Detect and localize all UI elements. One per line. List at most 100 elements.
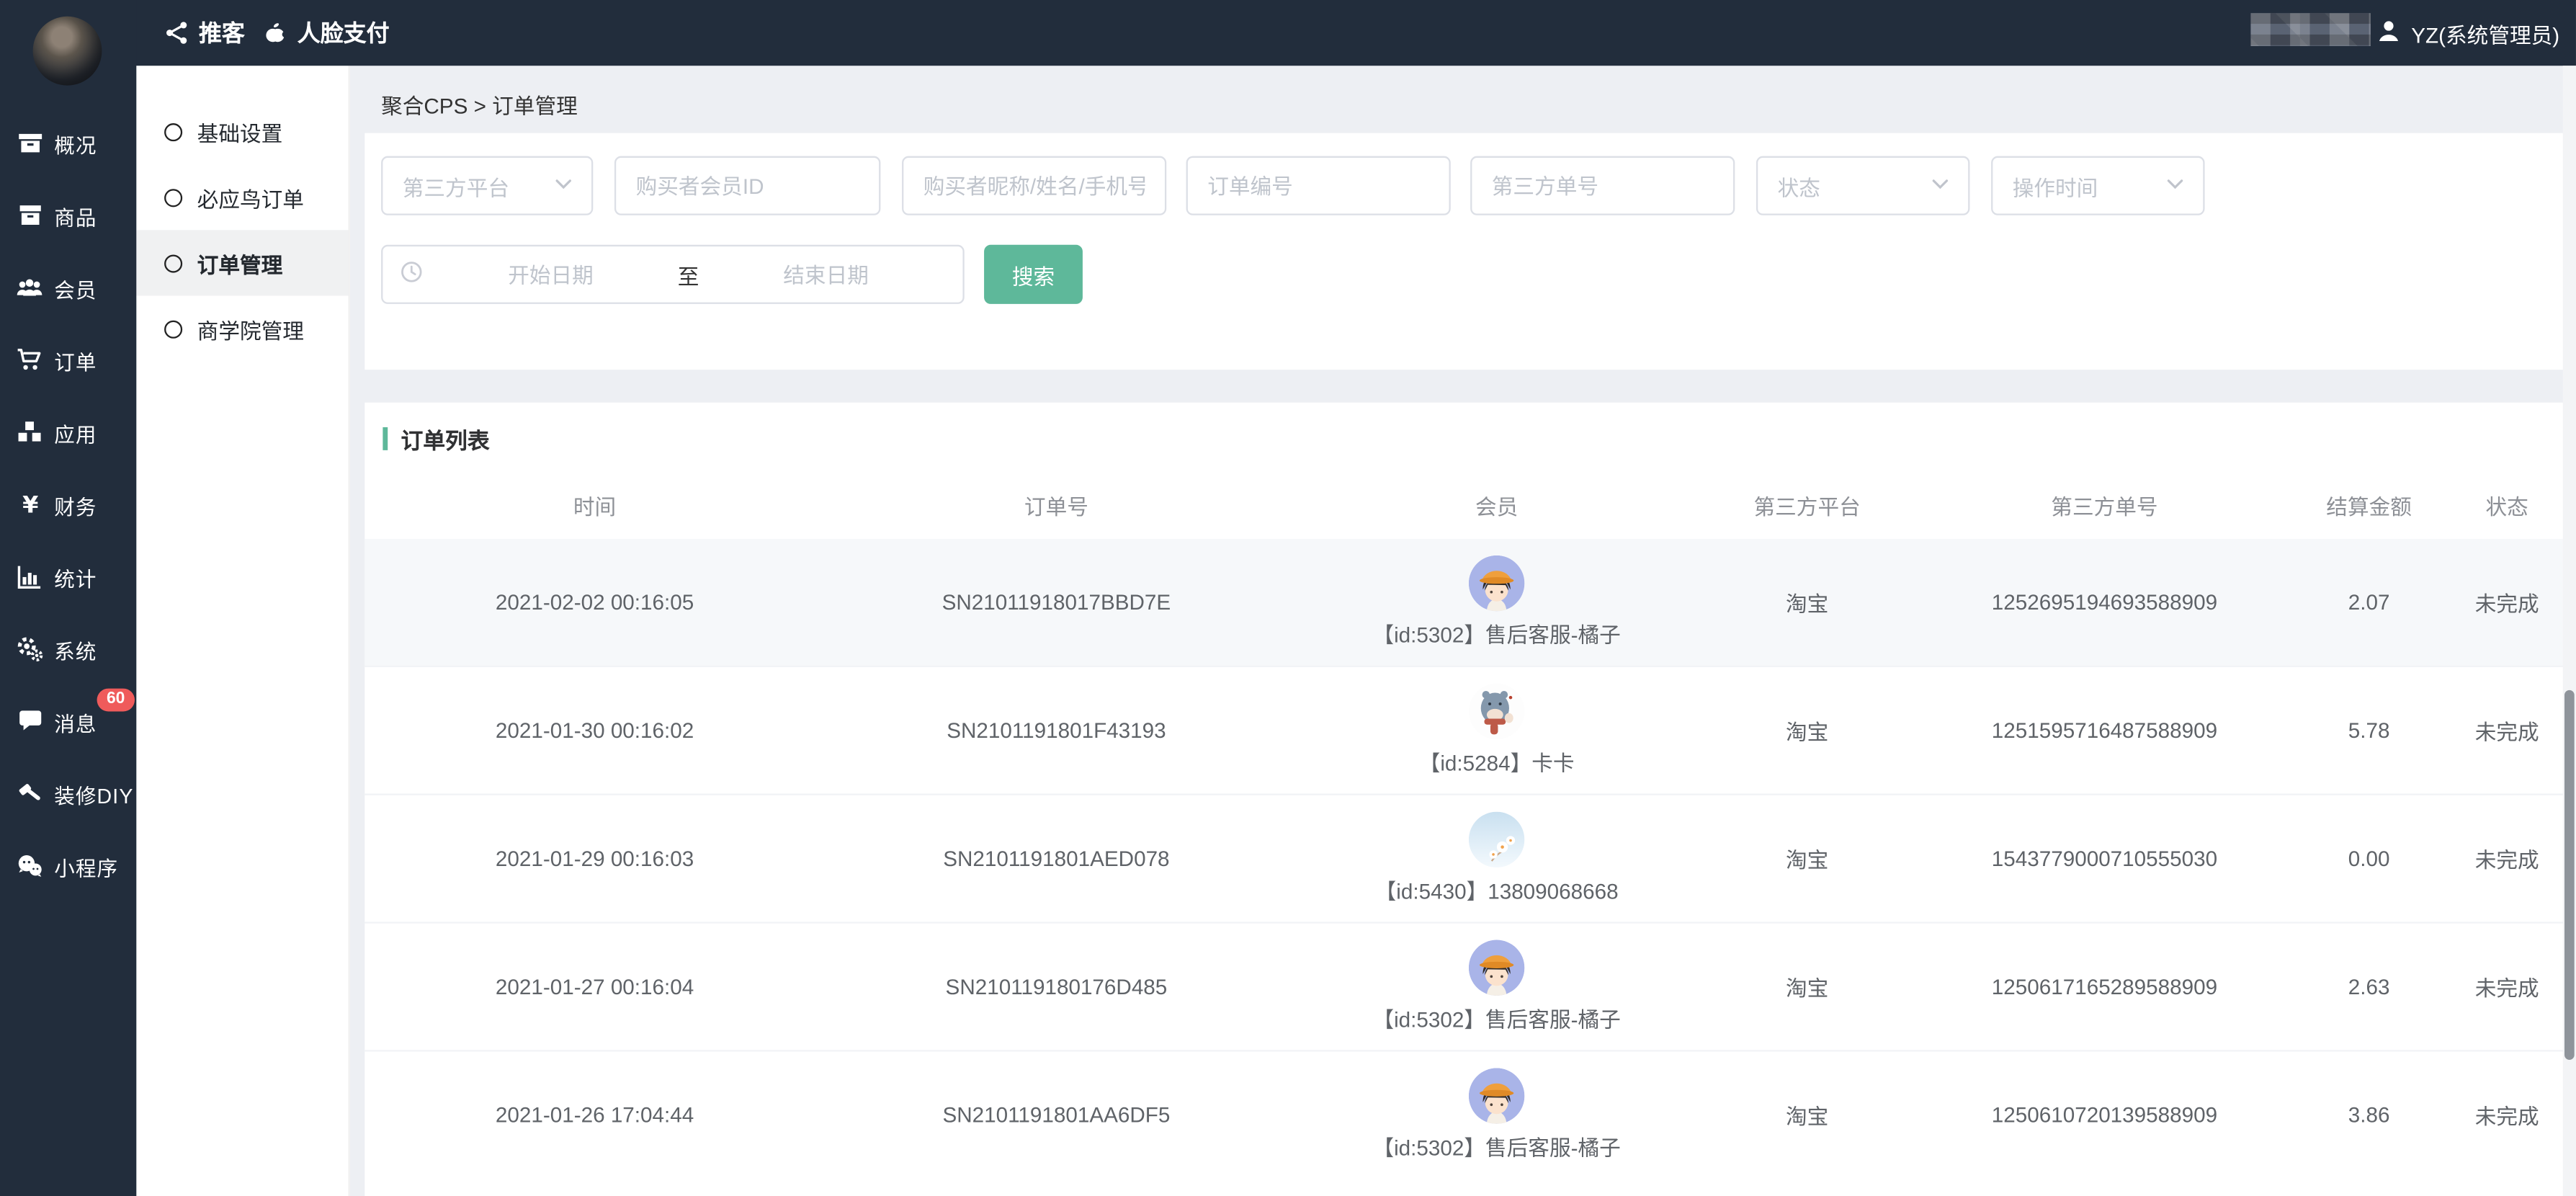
- search-button[interactable]: 搜索: [984, 245, 1083, 304]
- sidebar-item-4[interactable]: 订单: [0, 323, 136, 396]
- breadcrumb: 聚合CPS > 订单管理: [381, 89, 578, 120]
- member-name: 【id:5430】13809068668: [1375, 874, 1619, 905]
- maruko-avatar: [1469, 1068, 1525, 1124]
- orders-cart-icon: [13, 346, 46, 374]
- sidebar-item-label: 订单: [54, 344, 97, 375]
- topnav-face-pay-label: 人脸支付: [298, 17, 390, 50]
- column-header-4: 第三方平台: [1705, 488, 1909, 519]
- sidebar-item-label: 应用: [54, 416, 97, 447]
- chevron-down-icon: [552, 171, 575, 200]
- submenu-item-2[interactable]: 必应鸟订单: [136, 164, 348, 230]
- overview-archive-icon: [13, 129, 46, 157]
- message-comment-icon: [13, 708, 46, 736]
- sidebar-item-9[interactable]: 消息 60: [0, 685, 136, 757]
- sidebar-menu: 概况 商品 会员 订单 应用 ¥ 财务 统计 系统 消息 60 装修DIY 小程…: [0, 107, 136, 902]
- column-header-5: 第三方单号: [1909, 488, 2300, 519]
- sidebar-item-11[interactable]: 小程序: [0, 830, 136, 902]
- content-area: 聚合CPS > 订单管理 第三方平台 状态 操作时间 至: [350, 66, 2576, 1196]
- cell-order-no: SN210119180176D485: [825, 974, 1288, 999]
- sidebar-item-10[interactable]: 装修DIY: [0, 757, 136, 829]
- scrollbar-thumb[interactable]: [2564, 690, 2575, 1060]
- top-bar: 推客 人脸支付 YZ(系统管理员): [0, 0, 2576, 66]
- submenu-item-1[interactable]: 基础设置: [136, 99, 348, 164]
- column-header-7: 状态: [2438, 488, 2576, 519]
- radio-circle-icon: [164, 122, 182, 140]
- cell-time: 2021-01-26 17:04:44: [365, 1102, 825, 1127]
- sidebar-item-5[interactable]: 应用: [0, 396, 136, 468]
- radio-circle-icon: [164, 254, 182, 272]
- order-no-input[interactable]: [1186, 156, 1451, 215]
- sidebar-item-7[interactable]: 统计: [0, 540, 136, 612]
- cell-time: 2021-02-02 00:16:05: [365, 590, 825, 615]
- order-list-panel: 订单列表 时间订单号会员第三方平台第三方单号结算金额状态 2021-02-02 …: [365, 403, 2576, 1196]
- svg-text:¥: ¥: [22, 491, 37, 517]
- submenu-item-label: 必应鸟订单: [197, 182, 304, 213]
- date-separator: 至: [678, 259, 699, 290]
- cell-order-no: SN2101191801F43193: [825, 718, 1288, 743]
- admin-app: 推客 人脸支付 YZ(系统管理员) 概况 商品 会员 订单 应用 ¥: [0, 0, 2576, 1196]
- stats-chart-icon: [13, 563, 46, 591]
- buyer-id-input[interactable]: [614, 156, 880, 215]
- cell-amount: 2.63: [2300, 974, 2438, 999]
- op-time-select[interactable]: 操作时间: [1991, 156, 2204, 215]
- members-users-icon: [13, 274, 46, 302]
- table-row[interactable]: 2021-02-02 00:16:05 SN21011918017BBD7E 【…: [365, 539, 2576, 666]
- cell-member: 【id:5302】售后客服-橘子: [1288, 940, 1705, 1034]
- miniprogram-wechat-icon: [13, 852, 46, 880]
- third-party-no-input[interactable]: [1470, 156, 1735, 215]
- sidebar-item-2[interactable]: 商品: [0, 179, 136, 251]
- sidebar-item-label: 小程序: [54, 850, 118, 881]
- sidebar-item-8[interactable]: 系统: [0, 613, 136, 685]
- status-select[interactable]: 状态: [1756, 156, 1969, 215]
- op-time-select-placeholder: 操作时间: [2013, 170, 2098, 201]
- submenu-item-label: 订单管理: [197, 247, 283, 278]
- sidebar-item-3[interactable]: 会员: [0, 251, 136, 323]
- cell-order-no: SN21011918017BBD7E: [825, 590, 1288, 615]
- table-row[interactable]: 2021-01-27 00:16:04 SN210119180176D485 【…: [365, 921, 2576, 1050]
- sidebar-item-1[interactable]: 概况: [0, 107, 136, 179]
- current-user[interactable]: YZ(系统管理员): [2375, 0, 2559, 66]
- cell-status: 未完成: [2438, 1099, 2576, 1130]
- cell-amount: 3.86: [2300, 1102, 2438, 1127]
- table-row[interactable]: 2021-01-29 00:16:03 SN2101191801AED078 【…: [365, 794, 2576, 922]
- table-row[interactable]: 2021-01-30 00:16:02 SN2101191801F43193 【…: [365, 666, 2576, 794]
- date-start-input[interactable]: [431, 260, 671, 288]
- profile-photo-avatar[interactable]: [33, 17, 102, 86]
- hippo-avatar: [1469, 684, 1525, 740]
- submenu-item-3[interactable]: 订单管理: [136, 230, 348, 295]
- sidebar-item-label: 商品: [54, 200, 97, 231]
- sidebar-item-label: 财务: [54, 488, 97, 519]
- secondary-menu: 基础设置 必应鸟订单 订单管理 商学院管理: [136, 66, 349, 1196]
- cell-platform: 淘宝: [1705, 971, 1909, 1002]
- sidebar-item-label: 统计: [54, 561, 97, 592]
- sidebar-item-label: 消息: [54, 706, 97, 737]
- cell-member: 【id:5430】13809068668: [1288, 812, 1705, 906]
- topnav-face-pay[interactable]: 人脸支付: [263, 0, 390, 66]
- date-end-input[interactable]: [706, 260, 947, 288]
- member-name: 【id:5302】售后客服-橘子: [1372, 618, 1620, 649]
- cell-third-no: 1250617165289588909: [1909, 974, 2300, 999]
- flowers-avatar: [1469, 812, 1525, 868]
- table-body: 2021-02-02 00:16:05 SN21011918017BBD7E 【…: [365, 539, 2576, 1178]
- radio-circle-icon: [164, 320, 182, 338]
- submenu-item-4[interactable]: 商学院管理: [136, 296, 348, 362]
- chevron-down-icon: [1928, 171, 1951, 200]
- cell-third-no: 1543779000710555030: [1909, 847, 2300, 871]
- share-icon: [164, 19, 189, 45]
- date-range-picker[interactable]: 至: [381, 245, 965, 304]
- sidebar-item-label: 会员: [54, 272, 97, 303]
- cell-order-no: SN2101191801AA6DF5: [825, 1102, 1288, 1127]
- cell-third-no: 1252695194693588909: [1909, 590, 2300, 615]
- topnav-tuike[interactable]: 推客: [164, 0, 245, 66]
- panel-title-label: 订单列表: [401, 422, 489, 455]
- product-box-icon: [13, 201, 46, 229]
- apple-icon: [263, 19, 287, 45]
- sidebar-item-6[interactable]: ¥ 财务: [0, 468, 136, 540]
- cell-member: 【id:5302】售后客服-橘子: [1288, 1068, 1705, 1161]
- title-accent-bar: [383, 427, 388, 450]
- table-row[interactable]: 2021-01-26 17:04:44 SN2101191801AA6DF5 【…: [365, 1050, 2576, 1178]
- buyer-name-input[interactable]: [902, 156, 1166, 215]
- cell-platform: 淘宝: [1705, 843, 1909, 874]
- panel-title: 订单列表: [365, 403, 2576, 455]
- platform-select[interactable]: 第三方平台: [381, 156, 593, 215]
